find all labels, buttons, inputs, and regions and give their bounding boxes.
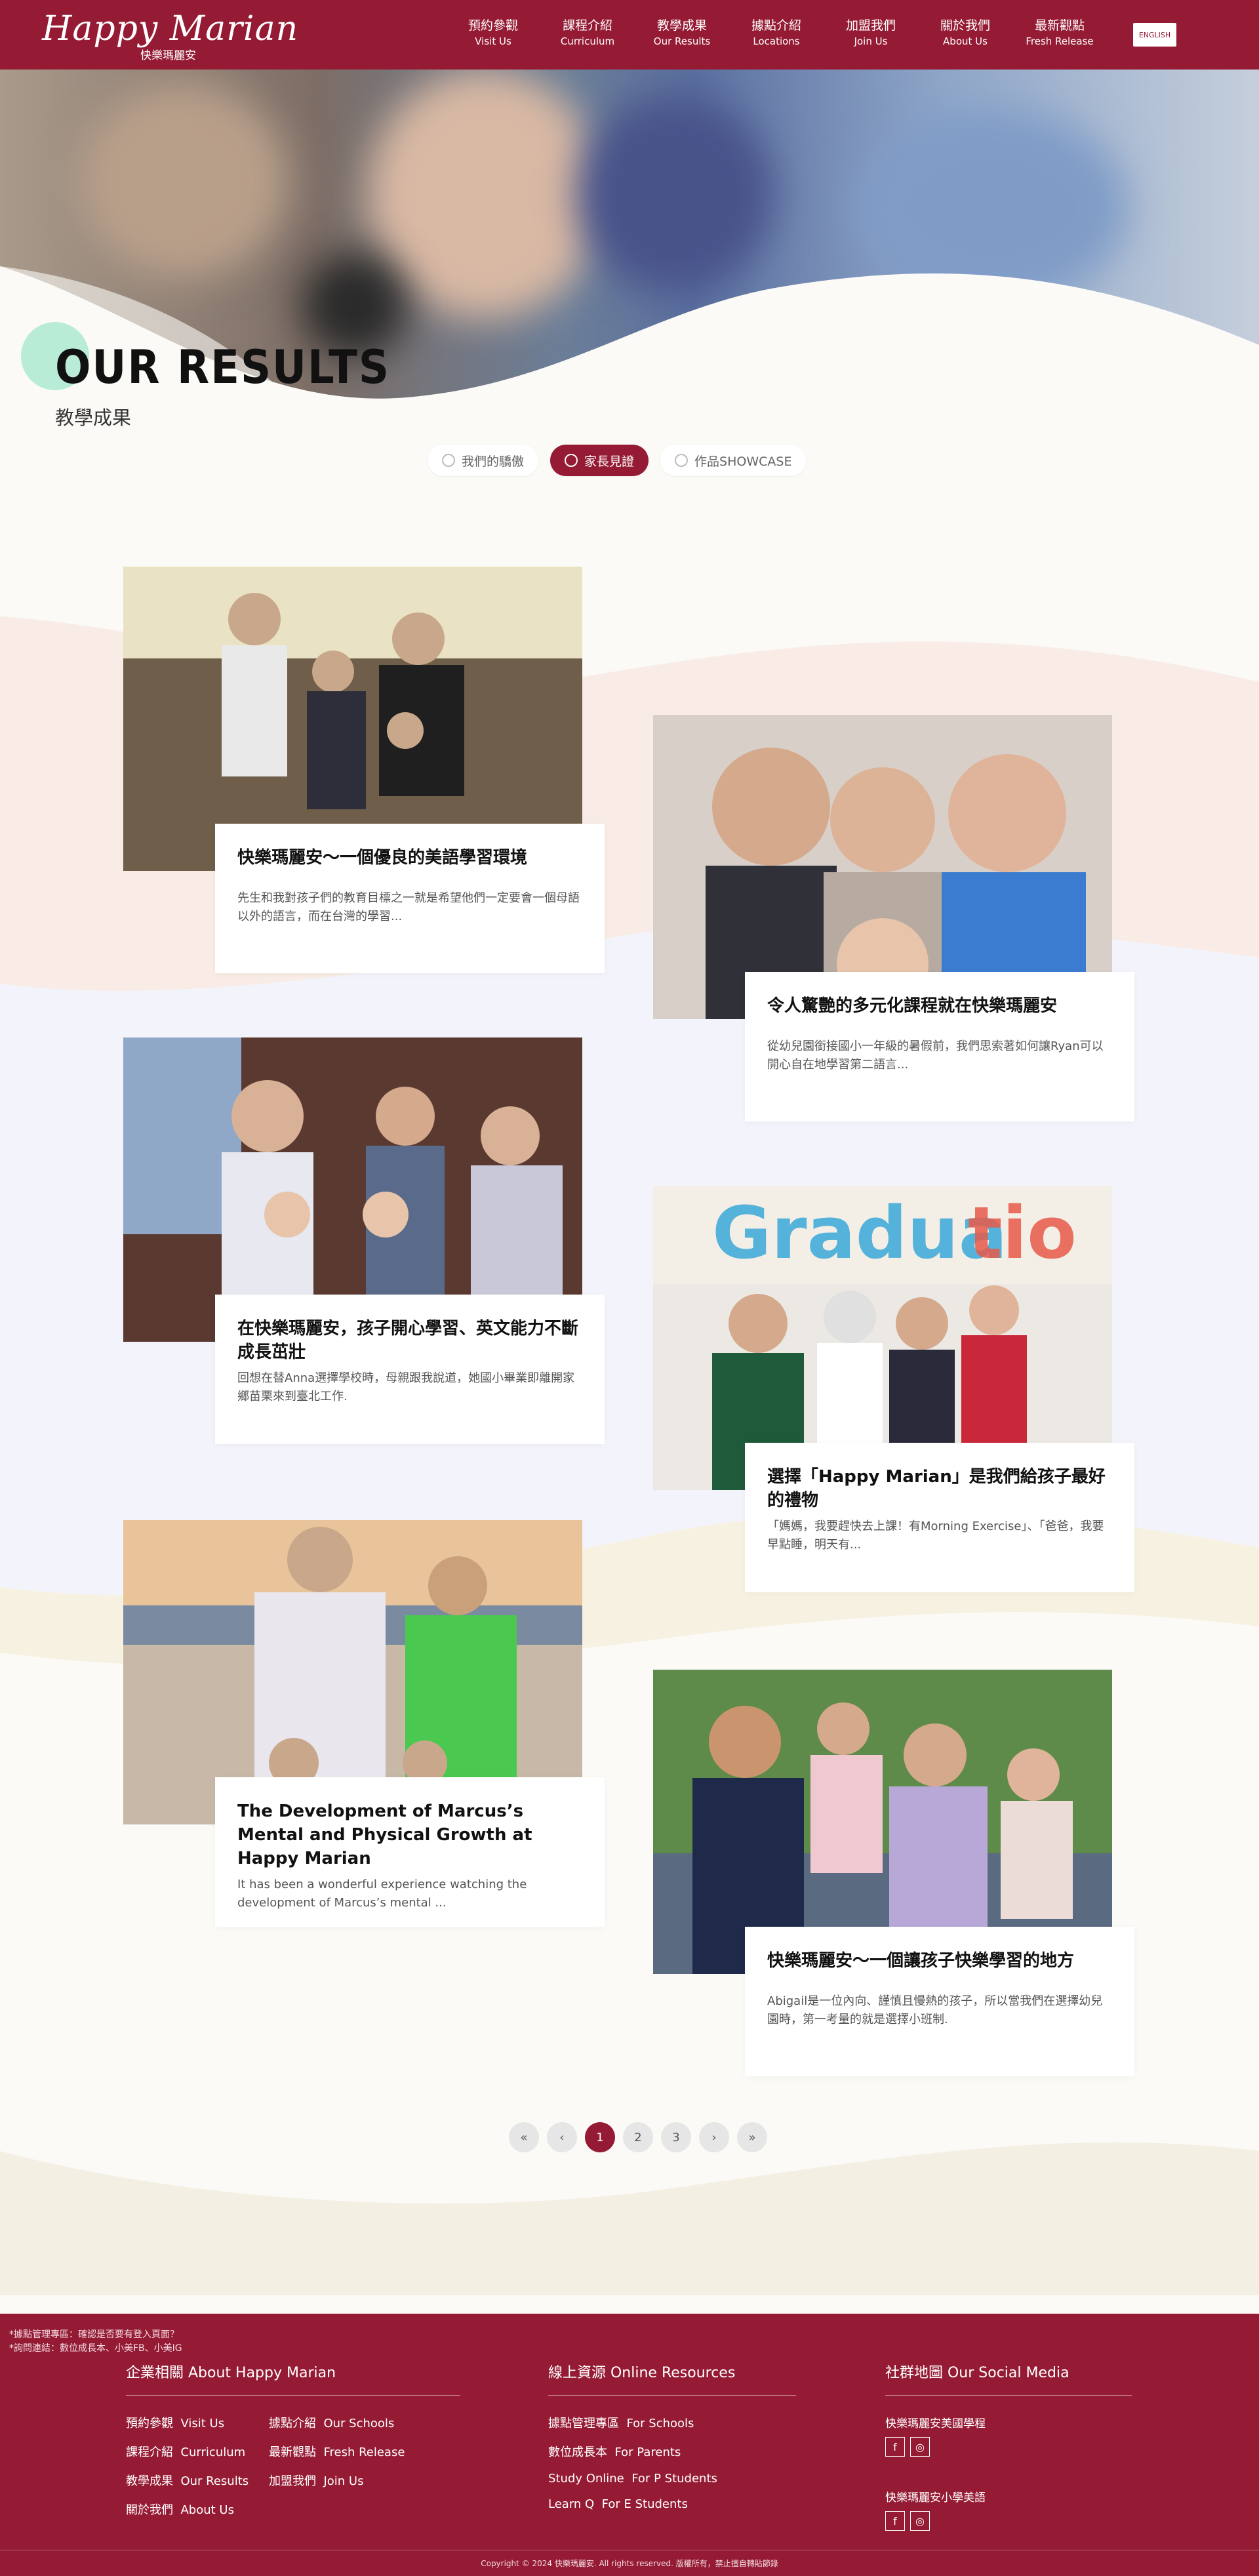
hero-banner: OUR RESULTS 教學成果 bbox=[0, 70, 1259, 437]
footer-link-for-parents[interactable]: 數位成長本 For Parents bbox=[548, 2443, 796, 2460]
testimonial-caption: 快樂瑪麗安～一個讓孩子快樂學習的地方 Abigail是一位內向、謹慎且慢熱的孩子… bbox=[745, 1927, 1134, 2076]
tab-our-pride[interactable]: 我們的驕傲 bbox=[428, 445, 539, 476]
trophy-icon bbox=[675, 454, 689, 467]
testimonial-excerpt: Abigail是一位內向、謹慎且慢熱的孩子，所以當我們在選擇幼兒園時，第一考量的… bbox=[767, 1994, 1103, 2026]
logo[interactable]: Happy Marian 快樂瑪麗安 bbox=[42, 9, 299, 62]
logo-subtitle: 快樂瑪麗安 bbox=[140, 49, 196, 62]
category-tabs: 我們的驕傲 家長見證 作品SHOWCASE bbox=[428, 445, 807, 476]
footer-link-fresh-release[interactable]: 最新觀點 Fresh Release bbox=[269, 2443, 439, 2460]
testimonial-title: 在快樂瑪麗安，孩子開心學習、英文能力不斷成長茁壯 bbox=[237, 1319, 579, 1362]
testimonial-title: The Development of Marcus’s Mental and P… bbox=[237, 1801, 532, 1868]
footer-link-study-online[interactable]: Study Online For P Students bbox=[548, 2472, 796, 2485]
language-toggle-button[interactable]: ENGLISH bbox=[1133, 23, 1176, 47]
first-page-button[interactable]: « bbox=[509, 2122, 539, 2152]
testimonial-excerpt: 回想在替Anna選擇學校時，母親跟我說道，她國小畢業即離開家鄉苗栗來到臺北工作. bbox=[237, 1371, 575, 1403]
testimonial-card[interactable]: Gradua tio 選擇「Happy Marian」是我們給孩子最好的禮物 「… bbox=[653, 1186, 1197, 1592]
footer-link-join-us[interactable]: 加盟我們 Join Us bbox=[269, 2472, 439, 2489]
last-page-button[interactable]: » bbox=[737, 2122, 767, 2152]
testimonial-caption: 選擇「Happy Marian」是我們給孩子最好的禮物 「媽媽，我要趕快去上課！… bbox=[745, 1443, 1134, 1592]
nav-item-join-us[interactable]: 加盟我們 Join Us bbox=[824, 17, 918, 49]
svg-text:Gradua: Gradua bbox=[712, 1191, 1007, 1275]
nav-item-locations[interactable]: 據點介紹 Locations bbox=[729, 17, 824, 49]
page-3-button[interactable]: 3 bbox=[661, 2122, 691, 2152]
tab-showcase[interactable]: 作品SHOWCASE bbox=[660, 445, 807, 476]
footer-link-curriculum[interactable]: 課程介紹 Curriculum bbox=[126, 2443, 269, 2460]
testimonial-title: 快樂瑪麗安～一個優良的美語學習環境 bbox=[237, 848, 528, 868]
testimonial-caption: 快樂瑪麗安～一個優良的美語學習環境 先生和我對孩子們的教育目標之一就是希望他們一… bbox=[215, 824, 605, 973]
testimonial-excerpt: 先生和我對孩子們的教育目標之一就是希望他們一定要會一個母語以外的語言，而在台灣的… bbox=[237, 891, 580, 923]
footer-about-column: 企業相關 About Happy Marian 預約參觀 Visit Us 據點… bbox=[126, 2361, 460, 2518]
testimonial-excerpt: 「媽媽，我要趕快去上課！有Morning Exercise」、「爸爸，我要早點睡… bbox=[767, 1519, 1104, 1552]
footer-link-about-us[interactable]: 關於我們 About Us bbox=[126, 2501, 269, 2518]
people-icon bbox=[442, 454, 455, 467]
footer-link-learn-q[interactable]: Learn Q For E Students bbox=[548, 2497, 796, 2511]
social-group-elementary: 快樂瑪麗安小學美語 f ◎ bbox=[885, 2488, 1132, 2531]
testimonial-card[interactable]: 在快樂瑪麗安，孩子開心學習、英文能力不斷成長茁壯 回想在替Anna選擇學校時，母… bbox=[123, 1037, 668, 1444]
facebook-icon[interactable]: f bbox=[885, 2511, 905, 2531]
social-group-american: 快樂瑪麗安美國學程 f ◎ bbox=[885, 2414, 1132, 2457]
prev-page-button[interactable]: ‹ bbox=[547, 2122, 577, 2152]
footer-link-for-schools[interactable]: 據點管理專區 For Schools bbox=[548, 2414, 796, 2431]
testimonial-card[interactable]: 快樂瑪麗安～一個優良的美語學習環境 先生和我對孩子們的教育目標之一就是希望他們一… bbox=[123, 567, 668, 973]
testimonial-card[interactable]: The Development of Marcus’s Mental and P… bbox=[123, 1520, 668, 1927]
instagram-icon[interactable]: ◎ bbox=[910, 2511, 930, 2531]
footer-note: *據點管理專區：確認是否要有登入頁面？ *詢問連結：數位成長本、小美FB、小美I… bbox=[9, 2329, 182, 2354]
next-page-button[interactable]: › bbox=[699, 2122, 729, 2152]
testimonial-card[interactable]: 快樂瑪麗安～一個讓孩子快樂學習的地方 Abigail是一位內向、謹慎且慢熱的孩子… bbox=[653, 1670, 1197, 2076]
footer-link-our-schools[interactable]: 據點介紹 Our Schools bbox=[269, 2414, 439, 2431]
page-title: OUR RESULTS bbox=[55, 341, 390, 395]
tab-parent-testimonials[interactable]: 家長見證 bbox=[550, 445, 649, 476]
footer-resources-heading: 線上資源 Online Resources bbox=[548, 2361, 796, 2396]
page-2-button[interactable]: 2 bbox=[623, 2122, 653, 2152]
testimonial-card[interactable]: 令人驚艷的多元化課程就在快樂瑪麗安 從幼兒園銜接國小一年級的暑假前，我們思索著如… bbox=[653, 715, 1197, 1121]
site-header: Happy Marian 快樂瑪麗安 預約參觀 Visit Us 課程介紹 Curr… bbox=[0, 0, 1259, 70]
nav-item-about-us[interactable]: 關於我們 About Us bbox=[918, 17, 1012, 49]
facebook-icon[interactable]: f bbox=[885, 2437, 905, 2457]
footer-social-column: 社群地圖 Our Social Media 快樂瑪麗安美國學程 f ◎ 快樂瑪麗… bbox=[885, 2361, 1132, 2531]
footer-resources-column: 線上資源 Online Resources 據點管理專區 For Schools… bbox=[548, 2361, 796, 2511]
site-footer: *據點管理專區：確認是否要有登入頁面？ *詢問連結：數位成長本、小美FB、小美I… bbox=[0, 2314, 1259, 2576]
footer-link-visit-us[interactable]: 預約參觀 Visit Us bbox=[126, 2414, 269, 2431]
footer-social-heading: 社群地圖 Our Social Media bbox=[885, 2361, 1132, 2396]
page-1-button[interactable]: 1 bbox=[585, 2122, 615, 2152]
testimonial-caption: The Development of Marcus’s Mental and P… bbox=[215, 1777, 605, 1927]
logo-text: Happy Marian bbox=[42, 9, 299, 49]
testimonial-caption: 令人驚艷的多元化課程就在快樂瑪麗安 從幼兒園銜接國小一年級的暑假前，我們思索著如… bbox=[745, 972, 1134, 1121]
thumbs-up-icon bbox=[565, 454, 578, 467]
testimonial-title: 快樂瑪麗安～一個讓孩子快樂學習的地方 bbox=[767, 1951, 1075, 1971]
svg-text:tio: tio bbox=[968, 1191, 1077, 1275]
page-subtitle: 教學成果 bbox=[55, 407, 132, 429]
nav-item-fresh-release[interactable]: 最新觀點 Fresh Release bbox=[1012, 17, 1107, 49]
pagination: « ‹ 1 2 3 › » bbox=[509, 2122, 767, 2152]
nav-item-our-results[interactable]: 教學成果 Our Results bbox=[635, 17, 729, 49]
footer-link-our-results[interactable]: 教學成果 Our Results bbox=[126, 2472, 269, 2489]
testimonial-caption: 在快樂瑪麗安，孩子開心學習、英文能力不斷成長茁壯 回想在替Anna選擇學校時，母… bbox=[215, 1295, 605, 1444]
testimonial-title: 選擇「Happy Marian」是我們給孩子最好的禮物 bbox=[767, 1467, 1106, 1510]
nav-item-curriculum[interactable]: 課程介紹 Curriculum bbox=[540, 17, 635, 49]
instagram-icon[interactable]: ◎ bbox=[910, 2437, 930, 2457]
testimonial-excerpt: It has been a wonderful experience watch… bbox=[237, 1878, 527, 1910]
footer-about-heading: 企業相關 About Happy Marian bbox=[126, 2361, 460, 2396]
copyright-text: Copyright © 2024 快樂瑪麗安. All rights reser… bbox=[481, 2559, 778, 2568]
main-nav: 預約參觀 Visit Us 課程介紹 Curriculum 教學成果 Our Resu… bbox=[446, 17, 1107, 49]
testimonial-title: 令人驚艷的多元化課程就在快樂瑪麗安 bbox=[767, 996, 1058, 1016]
testimonial-excerpt: 從幼兒園銜接國小一年級的暑假前，我們思索著如何讓Ryan可以開心自在地學習第二語… bbox=[767, 1039, 1104, 1072]
nav-item-visit-us[interactable]: 預約參觀 Visit Us bbox=[446, 17, 540, 49]
